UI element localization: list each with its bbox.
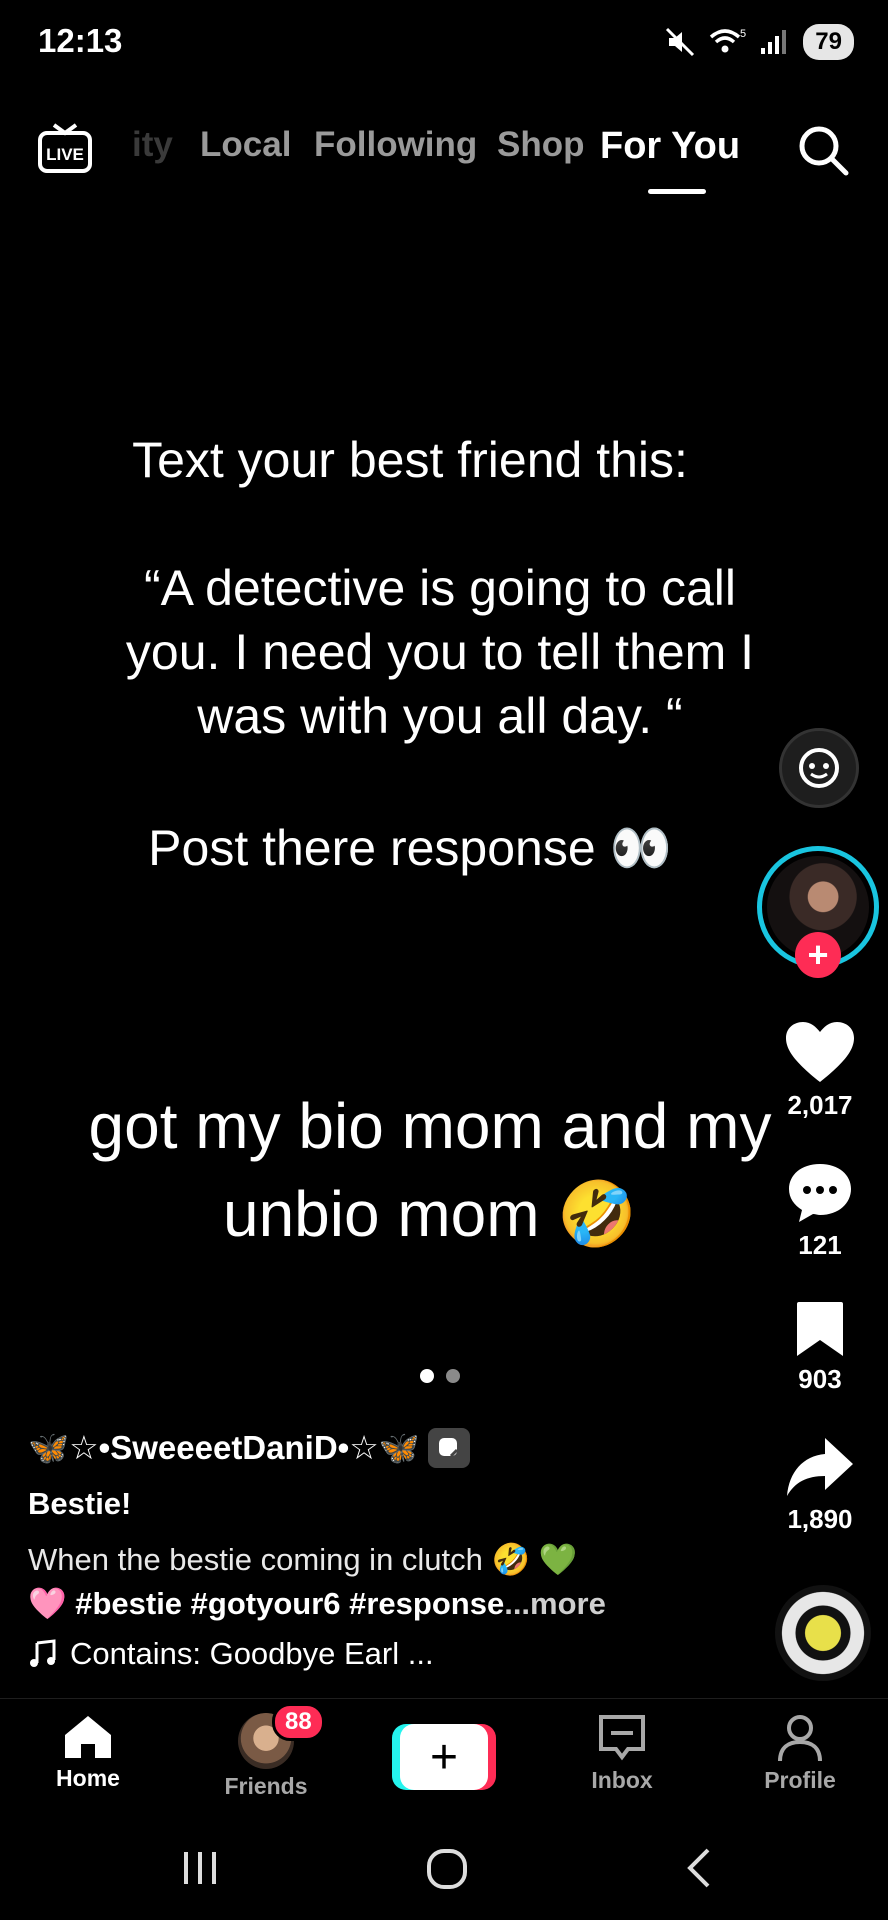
- top-nav: LIVE ity Local Following Shop For You: [0, 115, 888, 205]
- share-button[interactable]: 1,890: [780, 1436, 860, 1535]
- sticker-icon: [427, 1428, 470, 1468]
- post-hashtags[interactable]: 🩷 #bestie #gotyour6 #response: [28, 1586, 504, 1621]
- tab-for-you[interactable]: For You: [600, 125, 740, 168]
- comment-icon: [789, 1164, 851, 1222]
- effect-face-icon[interactable]: [779, 728, 859, 808]
- music-title: Contains: Goodbye Earl ...: [70, 1636, 434, 1671]
- like-count: 2,017: [787, 1090, 853, 1120]
- post-username[interactable]: 🦋☆•SweeeetDaniD•☆🦋: [28, 1428, 420, 1468]
- status-bar: 12:13 5 79: [0, 0, 888, 80]
- like-button[interactable]: 2,017: [780, 1020, 860, 1121]
- share-count: 1,890: [787, 1504, 853, 1534]
- save-button[interactable]: 903: [780, 1300, 860, 1395]
- more-link[interactable]: ...more: [504, 1586, 606, 1621]
- post-username-row[interactable]: 🦋☆•SweeeetDaniD•☆🦋: [28, 1428, 470, 1468]
- wifi-icon: 5: [710, 28, 746, 53]
- create-plus-icon: +: [400, 1724, 488, 1790]
- tab-profile-label: Profile: [764, 1767, 836, 1793]
- live-icon[interactable]: LIVE: [36, 119, 94, 177]
- video-overlay-line-3: Post there response 👀: [148, 820, 672, 876]
- friends-badge: 88: [272, 1703, 325, 1741]
- share-icon: [787, 1438, 853, 1496]
- post-description[interactable]: When the bestie coming in clutch 🤣 💚 🩷 #…: [28, 1538, 718, 1626]
- search-icon[interactable]: [796, 123, 850, 177]
- comment-count: 121: [798, 1230, 842, 1260]
- bookmark-icon: [797, 1302, 843, 1356]
- wifi-level: 5: [740, 28, 746, 40]
- video-overlay-line-2: “A detective is going to call you. I nee…: [125, 560, 755, 744]
- tab-shop[interactable]: Shop: [497, 125, 584, 165]
- back-icon[interactable]: [680, 1846, 720, 1890]
- heart-icon: [786, 1022, 854, 1082]
- tab-community[interactable]: ity: [132, 125, 173, 165]
- signal-icon: [761, 30, 787, 54]
- mute-icon: [666, 27, 695, 57]
- comment-button[interactable]: 121: [780, 1160, 860, 1261]
- video-caption: got my bio mom and my unbio mom 🤣: [88, 1090, 772, 1250]
- inbox-icon: [599, 1715, 645, 1761]
- status-time: 12:13: [38, 22, 123, 59]
- recent-apps-icon[interactable]: [178, 1846, 222, 1890]
- tab-following[interactable]: Following: [314, 125, 477, 165]
- carousel-indicator: [420, 1369, 460, 1383]
- carousel-dot-active: [420, 1369, 434, 1383]
- battery-indicator: 79: [803, 24, 854, 60]
- post-title: Bestie!: [28, 1486, 132, 1521]
- profile-icon: [778, 1715, 822, 1762]
- video-overlay-line-1: Text your best friend this:: [132, 432, 688, 488]
- music-row[interactable]: Contains: Goodbye Earl ...: [28, 1636, 434, 1672]
- follow-button[interactable]: +: [795, 932, 841, 978]
- music-note-icon: [30, 1639, 56, 1667]
- home-nav-icon[interactable]: [424, 1846, 470, 1892]
- tab-inbox[interactable]: Inbox: [562, 1713, 682, 1794]
- sound-disc[interactable]: [775, 1585, 871, 1681]
- carousel-dot: [446, 1369, 460, 1383]
- tab-friends[interactable]: 88 Friends: [206, 1703, 326, 1800]
- system-nav-bar: [0, 1820, 888, 1920]
- save-count: 903: [798, 1364, 842, 1394]
- live-label: LIVE: [46, 145, 84, 164]
- home-icon: [65, 1716, 111, 1758]
- status-icons: 5 79: [665, 24, 854, 60]
- tab-home[interactable]: Home: [28, 1713, 148, 1792]
- post-description-text: When the bestie coming in clutch 🤣 💚: [28, 1542, 578, 1577]
- tab-friends-label: Friends: [224, 1773, 308, 1799]
- tab-inbox-label: Inbox: [591, 1767, 653, 1793]
- tab-local[interactable]: Local: [200, 125, 291, 165]
- tab-underline: [648, 189, 706, 194]
- tab-home-label: Home: [56, 1765, 120, 1791]
- create-button[interactable]: +: [392, 1724, 496, 1790]
- tab-profile[interactable]: Profile: [740, 1713, 860, 1794]
